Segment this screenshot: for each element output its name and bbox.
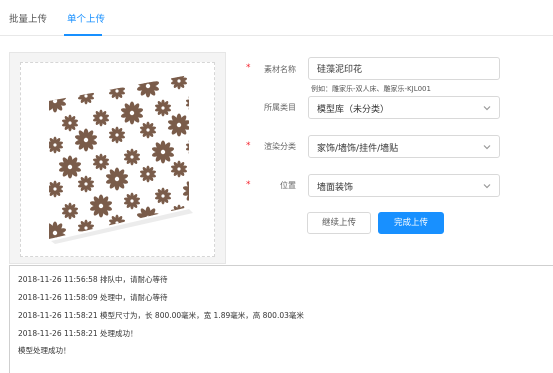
flower-motif — [61, 202, 79, 220]
flower-motif — [151, 140, 175, 164]
wallpaper-panel-thumbnail — [49, 75, 193, 244]
flower-motif — [170, 75, 188, 90]
tab-single-upload[interactable]: 单个上传 — [67, 11, 105, 25]
position-row: * 位置 墙面装饰 — [240, 174, 505, 198]
active-tab-indicator — [64, 34, 102, 36]
continue-upload-button[interactable]: 继续上传 — [307, 212, 371, 234]
flower-motif — [167, 113, 189, 137]
log-line: 2018-11-26 11:56:58 排队中，请耐心等待 — [18, 275, 168, 284]
log-line: 模型处理成功！ — [18, 346, 71, 355]
chevron-down-icon — [483, 106, 491, 111]
chevron-down-icon — [483, 184, 491, 189]
flower-motif — [136, 75, 160, 98]
log-line: 2018-11-26 11:58:21 处理成功！ — [18, 329, 138, 338]
finish-upload-button[interactable]: 完成上传 — [378, 212, 444, 234]
flower-motif — [154, 99, 172, 117]
flower-motif — [92, 153, 110, 171]
material-name-row: * 素材名称 例如：雕家乐-双人床、雕家乐-KJL001 — [240, 57, 505, 97]
flower-motif — [108, 126, 126, 144]
flower-motif — [105, 167, 129, 191]
upload-tabs: 批量上传 单个上传 — [0, 0, 553, 36]
render-category-select[interactable]: 家饰/墙饰/挂件/墙贴 — [308, 135, 500, 158]
processing-log: 2018-11-26 11:56:58 排队中，请耐心等待 2018-11-26… — [9, 265, 553, 373]
flower-motif — [49, 180, 64, 198]
material-name-label: 素材名称 — [264, 65, 296, 74]
flower-motif — [185, 96, 189, 110]
flower-motif — [49, 136, 64, 154]
category-row: 所属类目 模型库（未分类） — [240, 96, 505, 120]
flower-motif — [182, 181, 189, 201]
log-line: 2018-11-26 11:58:21 模型尺寸为，长 800.00毫米，宽 1… — [18, 311, 304, 320]
flower-motif — [92, 109, 110, 127]
flower-motif — [74, 128, 98, 152]
flower-motif — [120, 101, 144, 125]
flower-motif — [61, 114, 79, 132]
category-value: 模型库（未分类） — [317, 105, 390, 115]
category-label: 所属类目 — [264, 103, 296, 112]
flower-motif — [123, 148, 141, 166]
tab-batch-upload[interactable]: 批量上传 — [9, 11, 47, 25]
render-category-value: 家饰/墙饰/挂件/墙贴 — [317, 144, 399, 154]
position-value: 墙面装饰 — [317, 183, 354, 193]
flower-motif — [185, 140, 189, 154]
flower-motif — [170, 160, 188, 178]
flower-motif — [154, 187, 172, 205]
flower-motif — [89, 194, 113, 218]
flower-motif — [58, 155, 82, 179]
flower-motif — [49, 89, 67, 113]
category-select[interactable]: 模型库（未分类） — [308, 96, 500, 119]
chevron-down-icon — [483, 145, 491, 150]
required-mark: * — [246, 141, 251, 151]
model-preview-panel — [9, 52, 226, 264]
flower-motif — [108, 82, 126, 100]
flower-motif — [139, 165, 157, 183]
render-category-label: 渲染分类 — [264, 142, 296, 151]
render-category-row: * 渲染分类 家饰/墙饰/挂件/墙贴 — [240, 135, 505, 159]
log-line: 2018-11-26 11:58:09 处理中，请耐心等待 — [18, 293, 168, 302]
material-name-input[interactable] — [308, 57, 500, 80]
model-preview-canvas[interactable] — [20, 62, 215, 257]
required-mark: * — [246, 63, 251, 73]
required-mark: * — [246, 180, 251, 190]
flower-motif — [139, 121, 157, 139]
position-select[interactable]: 墙面装饰 — [308, 174, 500, 197]
flower-motif — [123, 192, 141, 210]
flower-motif — [77, 87, 95, 105]
flower-motif — [77, 175, 95, 193]
position-label: 位置 — [280, 181, 296, 190]
material-name-hint: 例如：雕家乐-双人床、雕家乐-KJL001 — [311, 85, 431, 93]
